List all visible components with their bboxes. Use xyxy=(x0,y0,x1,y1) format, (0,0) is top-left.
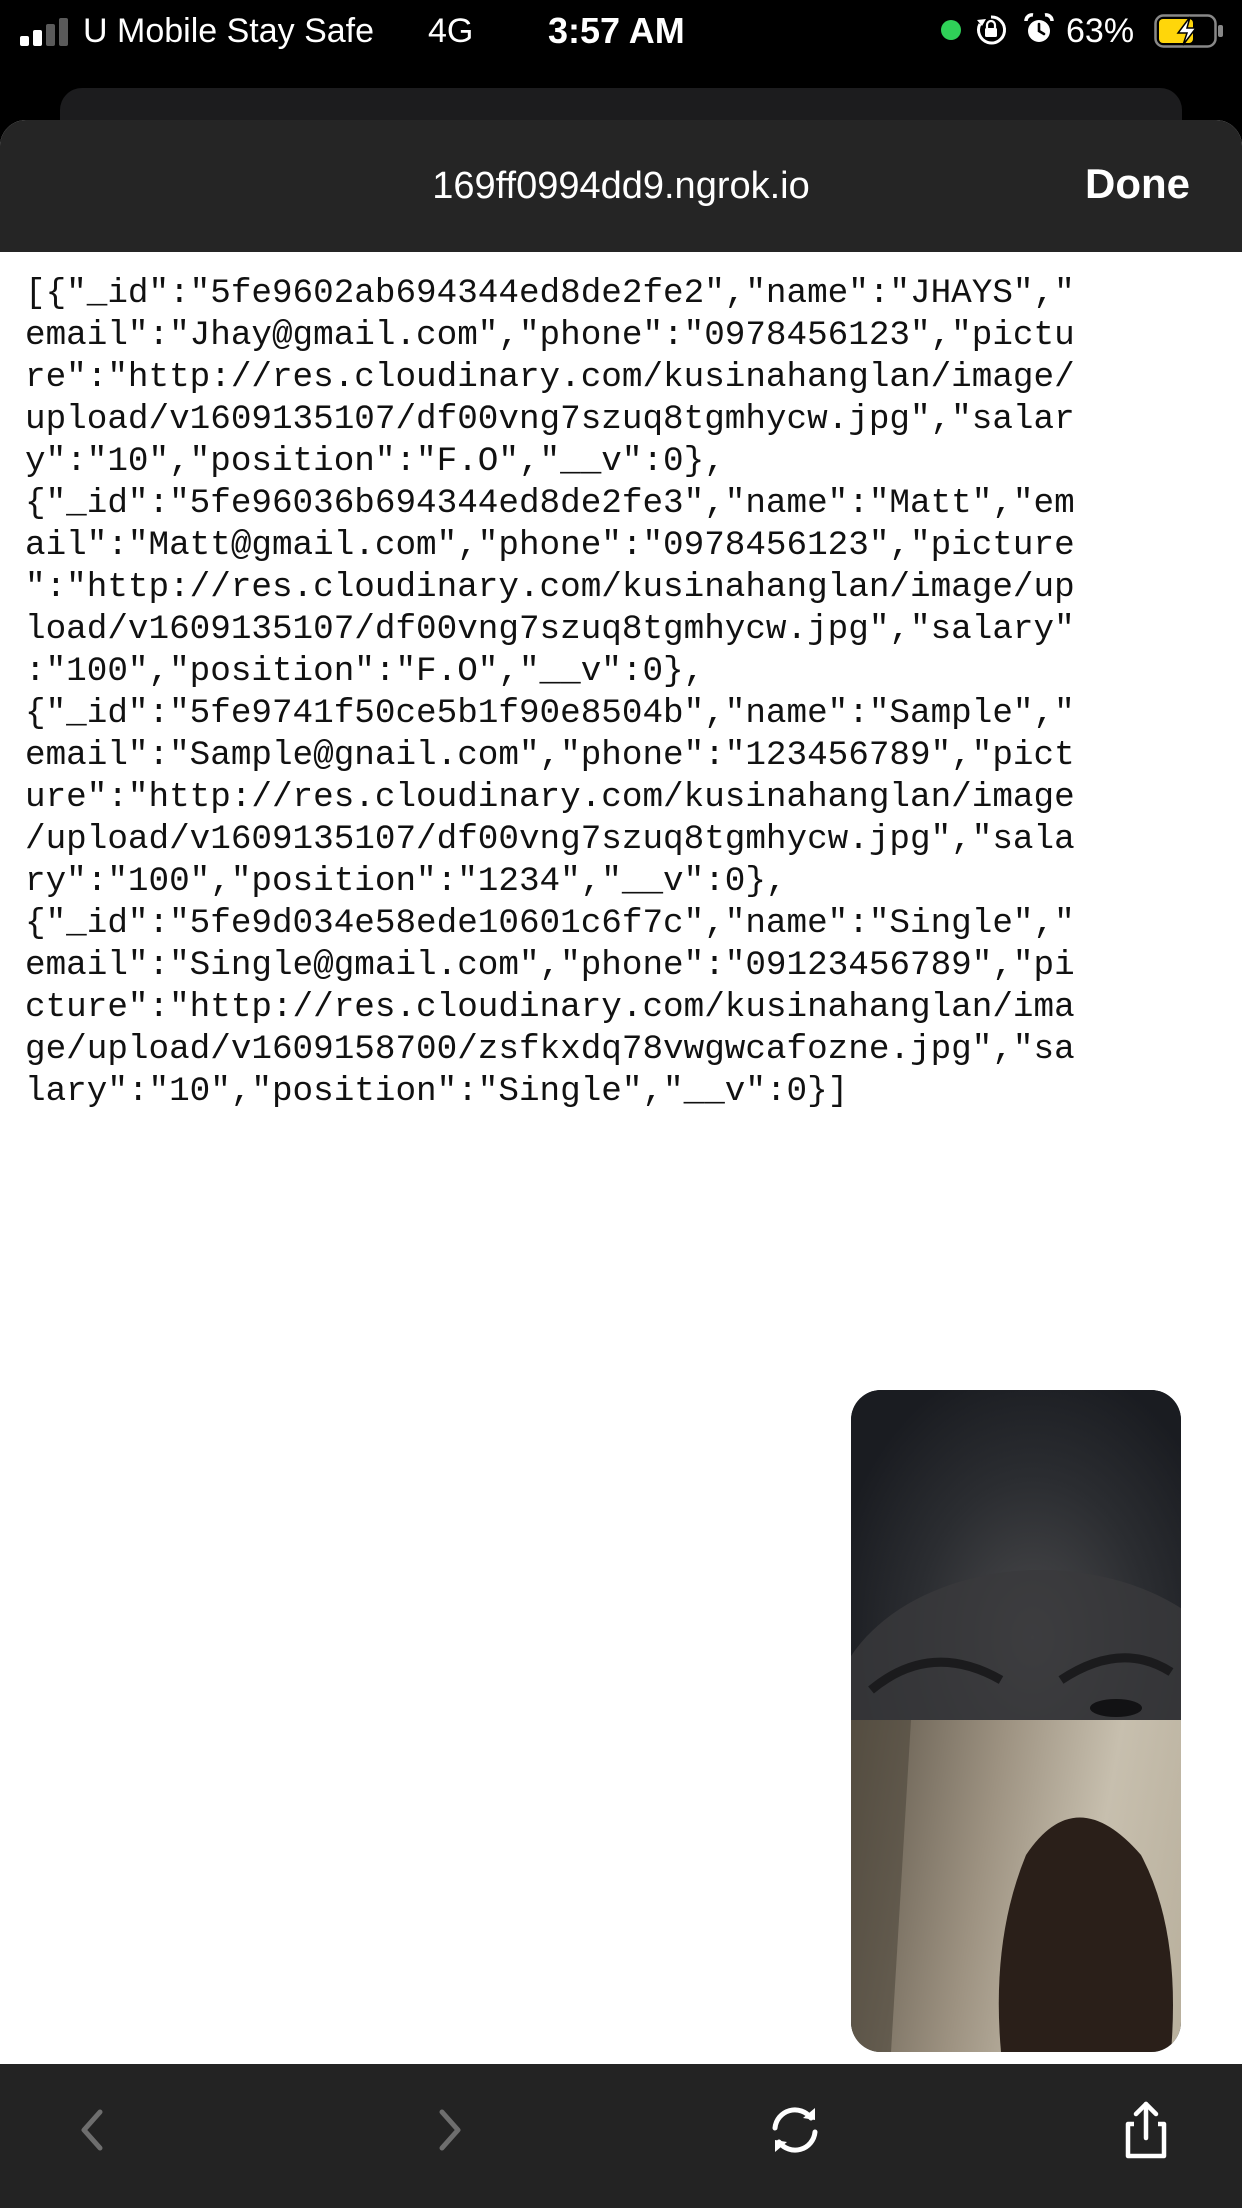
carrier-name: U Mobile Stay Safe xyxy=(83,12,375,50)
alarm-icon xyxy=(1024,13,1054,42)
json-response-text: [{"_id":"5fe9602ab694344ed8de2fe2","name… xyxy=(25,274,1075,1111)
browser-nav-bar: 169ff0994dd9.ngrok.io Done xyxy=(0,120,1242,252)
remote-video-tile[interactable] xyxy=(851,1390,1181,1720)
back-icon[interactable] xyxy=(64,2100,124,2160)
url-title[interactable]: 169ff0994dd9.ngrok.io xyxy=(0,165,1242,208)
status-time: 3:57 AM xyxy=(548,10,685,51)
network-type: 4G xyxy=(428,12,474,50)
browser-sheet: 169ff0994dd9.ngrok.io Done [{"_id":"5fe9… xyxy=(0,120,1242,2208)
battery-charging-icon xyxy=(1154,14,1223,48)
video-call-pip[interactable] xyxy=(851,1390,1181,2052)
status-bar: U Mobile Stay Safe 4G 3:57 AM 63% xyxy=(0,0,1242,64)
camera-in-use-dot xyxy=(941,20,961,40)
forward-icon[interactable] xyxy=(418,2100,478,2160)
done-button[interactable]: Done xyxy=(1085,160,1190,208)
browser-toolbar xyxy=(0,2064,1242,2208)
rotation-lock-icon xyxy=(977,15,1007,45)
battery-percent: 63% xyxy=(1066,12,1135,50)
share-icon[interactable] xyxy=(1116,2100,1176,2160)
reload-icon[interactable] xyxy=(765,2100,825,2160)
signal-icon xyxy=(20,18,72,46)
self-video-tile[interactable] xyxy=(851,1720,1181,2052)
